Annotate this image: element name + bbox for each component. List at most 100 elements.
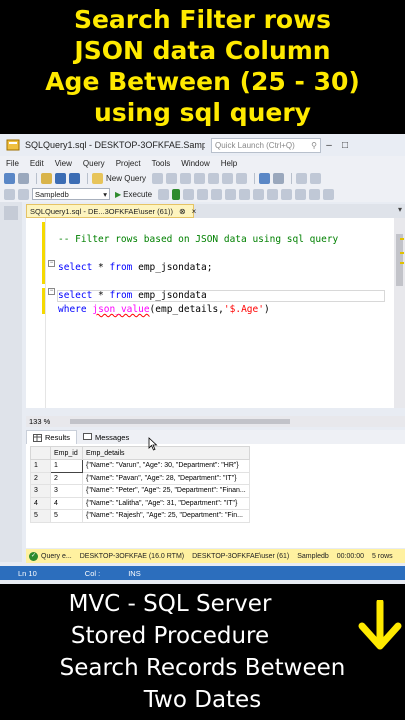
execute-play-icon[interactable]: ▶ bbox=[115, 190, 121, 199]
menu-edit[interactable]: Edit bbox=[30, 159, 44, 168]
scrollbar-thumb[interactable] bbox=[396, 234, 403, 286]
query-status-bar: ✓ Query e... DESKTOP-3OFKFAE (16.0 RTM) … bbox=[26, 549, 405, 563]
tab-messages[interactable]: Messages bbox=[77, 430, 135, 444]
chevron-down-icon[interactable]: ▾ bbox=[398, 205, 402, 214]
parse-icon[interactable] bbox=[172, 188, 181, 200]
code-line-where: where json_value(emp_details,'$.Age') bbox=[58, 304, 270, 315]
cell-emp-id[interactable]: 2 bbox=[50, 471, 83, 485]
column-header-emp-details[interactable]: Emp_details bbox=[82, 446, 250, 460]
query-editor[interactable]: − − -- Filter rows based on JSON data us… bbox=[26, 218, 394, 408]
cell-emp-details[interactable]: {"Name": "Peter", "Age": 25, "Department… bbox=[82, 484, 250, 498]
toolbar-separator bbox=[291, 172, 293, 184]
bottom-line-1: MVC - SQL Server bbox=[68, 591, 272, 617]
new-query-button[interactable]: New Query bbox=[106, 174, 146, 183]
code-line-select-1: select * from emp_jsondata; bbox=[58, 262, 212, 273]
quick-launch-input[interactable]: Quick Launch (Ctrl+Q) ⚲ bbox=[211, 137, 321, 153]
sql-editor-toolbar: Sampledb ▾ ▶ Execute bbox=[0, 186, 405, 202]
include-plan-icon[interactable] bbox=[225, 188, 237, 200]
cell-emp-id[interactable]: 5 bbox=[50, 509, 83, 523]
table-row[interactable]: 3 3 {"Name": "Peter", "Age": 25, "Departme… bbox=[30, 484, 250, 498]
copy-icon[interactable] bbox=[222, 172, 234, 184]
row-number[interactable]: 5 bbox=[30, 509, 51, 523]
row-number[interactable]: 4 bbox=[30, 496, 51, 510]
cut-icon[interactable] bbox=[208, 172, 220, 184]
query-options-icon[interactable] bbox=[211, 188, 223, 200]
close-icon[interactable]: × bbox=[192, 207, 197, 216]
collapse-icon[interactable]: − bbox=[48, 288, 55, 295]
zoom-level[interactable]: 133 % bbox=[26, 417, 60, 426]
maximize-button[interactable]: □ bbox=[337, 140, 353, 151]
save-all-icon[interactable] bbox=[69, 172, 80, 184]
results-grid-icon[interactable] bbox=[281, 188, 293, 200]
grid-corner[interactable] bbox=[30, 446, 51, 460]
menu-window[interactable]: Window bbox=[181, 159, 209, 168]
undo-icon[interactable] bbox=[259, 172, 271, 184]
live-stats-icon[interactable] bbox=[239, 188, 251, 200]
insert-mode: INS bbox=[128, 568, 141, 578]
banner-line-1: Search Filter rows bbox=[73, 5, 332, 34]
paste-icon[interactable] bbox=[236, 172, 248, 184]
database-select[interactable]: Sampledb ▾ bbox=[32, 188, 110, 200]
window-title: SQLQuery1.sql - DESKTOP-3OFKFAE.Sampledb… bbox=[25, 140, 205, 150]
menu-help[interactable]: Help bbox=[221, 159, 237, 168]
stop-icon[interactable] bbox=[158, 188, 170, 200]
save-icon[interactable] bbox=[55, 172, 66, 184]
properties-icon[interactable] bbox=[310, 172, 322, 184]
scrollbar-thumb[interactable] bbox=[70, 419, 290, 424]
mdx-query-icon[interactable] bbox=[166, 172, 178, 184]
cell-emp-details[interactable]: {"Name": "Lalitha", "Age": 31, "Departme… bbox=[82, 496, 250, 510]
dmx-query-icon[interactable] bbox=[180, 172, 192, 184]
row-number[interactable]: 1 bbox=[30, 459, 51, 473]
left-tool-strip bbox=[0, 202, 22, 562]
menu-file[interactable]: File bbox=[6, 159, 19, 168]
cell-emp-details[interactable]: {"Name": "Pavan", "Age": 28, "Department… bbox=[82, 471, 250, 485]
redo-icon[interactable] bbox=[273, 172, 285, 184]
menu-query[interactable]: Query bbox=[83, 159, 105, 168]
message-icon bbox=[83, 433, 93, 440]
execute-button[interactable]: Execute bbox=[123, 190, 152, 199]
find-icon[interactable] bbox=[296, 172, 308, 184]
object-explorer-pin-icon[interactable] bbox=[4, 206, 18, 220]
uncomment-icon[interactable] bbox=[323, 188, 335, 200]
collapse-icon[interactable]: − bbox=[48, 260, 55, 267]
tab-results[interactable]: Results bbox=[26, 430, 78, 444]
db-query-icon[interactable] bbox=[152, 172, 164, 184]
forward-icon[interactable] bbox=[18, 172, 29, 184]
cell-emp-details[interactable]: {"Name": "Varun", "Age": 30, "Department… bbox=[82, 459, 250, 473]
open-icon[interactable] bbox=[41, 172, 52, 184]
row-number[interactable]: 2 bbox=[30, 471, 51, 485]
results-file-icon[interactable] bbox=[295, 188, 307, 200]
editor-horizontal-scrollbar[interactable] bbox=[60, 418, 390, 425]
back-icon[interactable] bbox=[4, 172, 15, 184]
row-number[interactable]: 3 bbox=[30, 484, 51, 498]
comment-icon[interactable] bbox=[309, 188, 321, 200]
tab-sqlquery1-label: SQLQuery1.sql - DE...3OFKFAE\user (61)) bbox=[30, 206, 173, 216]
kw-from: from bbox=[109, 290, 133, 301]
column-header-emp-id[interactable]: Emp_id bbox=[50, 446, 83, 460]
cell-emp-id[interactable]: 4 bbox=[50, 496, 83, 510]
table-row[interactable]: 1 1 {"Name": "Varun", "Age": 30, "Departme… bbox=[30, 459, 250, 473]
connect-icon[interactable] bbox=[4, 188, 15, 200]
top-banner: Search Filter rows JSON data Column Age … bbox=[0, 0, 405, 132]
change-connection-icon[interactable] bbox=[18, 188, 29, 200]
table-row[interactable]: 5 5 {"Name": "Rajesh", "Age": 25, "Departm… bbox=[30, 509, 250, 523]
minimize-button[interactable]: – bbox=[321, 140, 337, 151]
results-grid[interactable]: Emp_id Emp_details 1 1 {"Name": "Varun", "… bbox=[30, 446, 250, 523]
table-row[interactable]: 2 2 {"Name": "Pavan", "Age": 28, "Departme… bbox=[30, 471, 250, 485]
results-text-icon[interactable] bbox=[267, 188, 279, 200]
pin-icon[interactable]: ⊗ bbox=[179, 207, 186, 216]
menu-project[interactable]: Project bbox=[116, 159, 141, 168]
xmla-query-icon[interactable] bbox=[194, 172, 206, 184]
editor-vertical-scrollbar[interactable] bbox=[394, 218, 405, 408]
client-stats-icon[interactable] bbox=[253, 188, 265, 200]
table-row[interactable]: 4 4 {"Name": "Lalitha", "Age": 31, "Depart… bbox=[30, 496, 250, 510]
cell-emp-details[interactable]: {"Name": "Rajesh", "Age": 25, "Departmen… bbox=[82, 509, 250, 523]
tab-sqlquery1[interactable]: SQLQuery1.sql - DE...3OFKFAE\user (61)) … bbox=[26, 204, 197, 218]
estimated-plan-icon[interactable] bbox=[183, 188, 195, 200]
menu-view[interactable]: View bbox=[55, 159, 72, 168]
cell-emp-id[interactable]: 3 bbox=[50, 484, 83, 498]
menu-tools[interactable]: Tools bbox=[152, 159, 171, 168]
cell-emp-id[interactable]: 1 bbox=[50, 459, 83, 473]
new-query-icon[interactable] bbox=[92, 172, 103, 184]
intellisense-icon[interactable] bbox=[197, 188, 209, 200]
